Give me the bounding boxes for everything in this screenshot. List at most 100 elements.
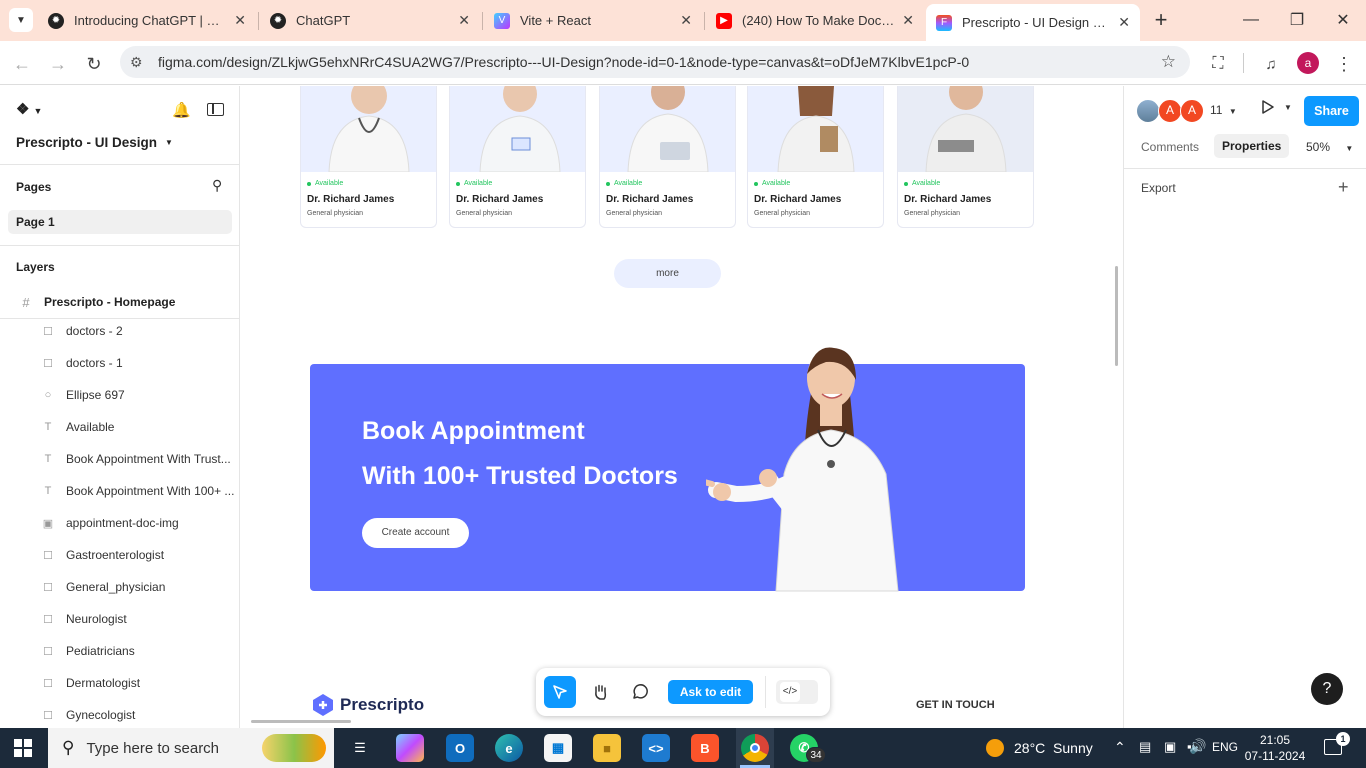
doctor-card[interactable]: Available Dr. Richard James General phys… (449, 86, 586, 228)
windows-taskbar: ⚲ Type here to search ☰ O e ▦ ■ <> B ✆ 3… (0, 728, 1366, 768)
layer-name: doctors - 2 (66, 324, 123, 338)
figma-canvas[interactable]: Available Dr. Richard James General phys… (241, 86, 1123, 728)
present-button[interactable]: ▼ (1260, 99, 1292, 115)
weather-widget[interactable]: 28°C Sunny (986, 728, 1093, 768)
layer-item[interactable]: ☐ Gynecologist (0, 705, 240, 725)
microsoft-store-icon[interactable]: ▦ (544, 734, 572, 762)
task-view-icon[interactable]: ☰ (346, 734, 374, 762)
meet-icon[interactable]: ▣ (1164, 739, 1176, 755)
panel-toggle-icon[interactable] (207, 103, 224, 116)
comment-tool-button[interactable] (624, 676, 656, 708)
outlook-icon[interactable]: O (446, 734, 474, 762)
close-icon[interactable]: ✕ (234, 12, 246, 29)
layer-item[interactable]: ○ Ellipse 697 (0, 385, 240, 405)
close-icon[interactable]: ✕ (458, 12, 470, 29)
extensions-icon[interactable]: ⛶ (1205, 51, 1231, 77)
collaborator-avatar[interactable]: A (1158, 99, 1182, 123)
close-icon[interactable]: ✕ (902, 12, 914, 29)
tab-properties[interactable]: Properties (1214, 134, 1290, 158)
collaborators-count[interactable]: 11 ▼ (1210, 103, 1237, 117)
doctor-name: Dr. Richard James (307, 194, 395, 205)
close-icon[interactable]: ✕ (1118, 14, 1130, 31)
availability-label: Available (912, 180, 941, 187)
hand-tool-button[interactable] (584, 676, 616, 708)
doctor-photo (301, 86, 436, 172)
doctor-card[interactable]: Available Dr. Richard James General phys… (897, 86, 1034, 228)
layer-item[interactable]: ☐ Neurologist (0, 609, 240, 629)
layer-item[interactable]: T Available (0, 417, 240, 437)
vertical-scrollbar[interactable] (1115, 266, 1118, 366)
help-button[interactable]: ? (1311, 673, 1343, 705)
reload-button[interactable]: ↻ (81, 51, 107, 77)
doctor-card[interactable]: Available Dr. Richard James General phys… (747, 86, 884, 228)
layer-item[interactable]: ☐ General_physician (0, 577, 240, 597)
brave-icon[interactable]: B (691, 734, 719, 762)
horizontal-scrollbar[interactable] (251, 720, 351, 723)
forward-button[interactable]: → (45, 51, 71, 77)
windows-start-button[interactable] (14, 739, 32, 757)
layer-item[interactable]: ☐ doctors - 1 (0, 353, 240, 373)
add-export-icon[interactable]: + (1338, 177, 1349, 198)
show-hidden-icons[interactable]: ⌃ (1114, 739, 1126, 756)
layer-item[interactable]: ▣ appointment-doc-img (0, 513, 240, 533)
tab-comments[interactable]: Comments (1141, 140, 1199, 154)
ask-to-edit-button[interactable]: Ask to edit (668, 680, 753, 704)
create-account-button[interactable]: Create account (362, 518, 469, 548)
doctor-card[interactable]: Available Dr. Richard James General phys… (599, 86, 736, 228)
browser-tab-figma[interactable]: F Prescripto - UI Design – Figma ✕ (926, 4, 1140, 41)
address-bar[interactable]: ⚙ figma.com/design/ZLkjwG5ehxNRrC4SUA2WG… (120, 46, 1190, 78)
layer-item[interactable]: ☐ Pediatricians (0, 641, 240, 661)
layer-item[interactable]: ☐ Gastroenterologist (0, 545, 240, 565)
tab-search-button[interactable]: ▼ (9, 8, 33, 32)
doctor-card[interactable]: Available Dr. Richard James General phys… (300, 86, 437, 228)
more-button[interactable]: more (614, 259, 721, 288)
profile-avatar[interactable]: a (1297, 52, 1319, 74)
clock[interactable]: 21:05 07-11-2024 (1240, 732, 1310, 764)
move-tool-button[interactable] (544, 676, 576, 708)
doctor-speciality: General physician (754, 210, 811, 217)
dev-mode-toggle[interactable]: </> (776, 680, 818, 704)
export-section-label: Export (1141, 181, 1176, 195)
browser-tab-openai-intro[interactable]: ✹ Introducing ChatGPT | OpenAI ✕ (38, 0, 256, 41)
browser-tab-youtube[interactable]: ▶ (240) How To Make Doctor Appointment ✕ (706, 0, 924, 41)
back-button[interactable]: ← (9, 51, 35, 77)
network-icon[interactable]: ▤ (1139, 739, 1151, 755)
new-tab-button[interactable]: + (1148, 6, 1174, 34)
zoom-level: 50% (1306, 140, 1331, 154)
browser-tab-vite[interactable]: V Vite + React ✕ (484, 0, 702, 41)
share-button[interactable]: Share (1304, 96, 1359, 126)
layer-item[interactable]: ☐ Dermatologist (0, 673, 240, 693)
bell-icon[interactable]: 🔔 (172, 101, 191, 119)
layer-item[interactable]: T Book Appointment With 100+ ... (0, 481, 240, 501)
vscode-icon[interactable]: <> (642, 734, 670, 762)
browser-menu-icon[interactable]: ⋮ (1331, 51, 1357, 77)
close-icon[interactable]: ✕ (680, 12, 692, 29)
edge-icon[interactable]: e (495, 734, 523, 762)
restore-button[interactable]: ❐ (1274, 0, 1320, 40)
layer-frame-homepage[interactable]: # Prescripto - Homepage (0, 292, 240, 312)
layer-name: Book Appointment With Trust... (66, 452, 231, 466)
file-explorer-icon[interactable]: ■ (593, 734, 621, 762)
url-text: figma.com/design/ZLkjwG5ehxNRrC4SUA2WG7/… (158, 54, 970, 70)
search-icon[interactable]: ⚲ (212, 177, 222, 194)
site-info-icon[interactable]: ⚙ (130, 54, 150, 71)
copilot-icon[interactable] (396, 734, 424, 762)
minimize-button[interactable]: — (1228, 0, 1274, 40)
bookmark-star-icon[interactable]: ☆ (1161, 52, 1176, 72)
taskbar-search-box[interactable]: ⚲ Type here to search (48, 728, 334, 768)
browser-tab-chatgpt[interactable]: ✹ ChatGPT ✕ (260, 0, 480, 41)
brand-name: Prescripto (340, 695, 425, 714)
media-control-icon[interactable]: ♫ (1258, 51, 1284, 77)
figma-main-menu[interactable]: ❖ ▼ (16, 100, 42, 118)
zoom-control[interactable]: 50% ▼ (1306, 140, 1353, 154)
close-window-button[interactable]: ✕ (1320, 0, 1366, 40)
chrome-icon[interactable] (741, 734, 769, 762)
volume-icon[interactable]: 🔊 (1189, 738, 1206, 755)
layer-item[interactable]: ☐ doctors - 2 (0, 321, 240, 341)
collaborator-avatar[interactable]: A (1180, 99, 1204, 123)
collaborator-avatar[interactable] (1136, 99, 1160, 123)
language-indicator[interactable]: ENG (1212, 740, 1238, 754)
page-item-page-1[interactable]: Page 1 (8, 210, 232, 234)
file-name[interactable]: Prescripto - UI Design ▼ (16, 135, 173, 150)
layer-item[interactable]: T Book Appointment With Trust... (0, 449, 240, 469)
